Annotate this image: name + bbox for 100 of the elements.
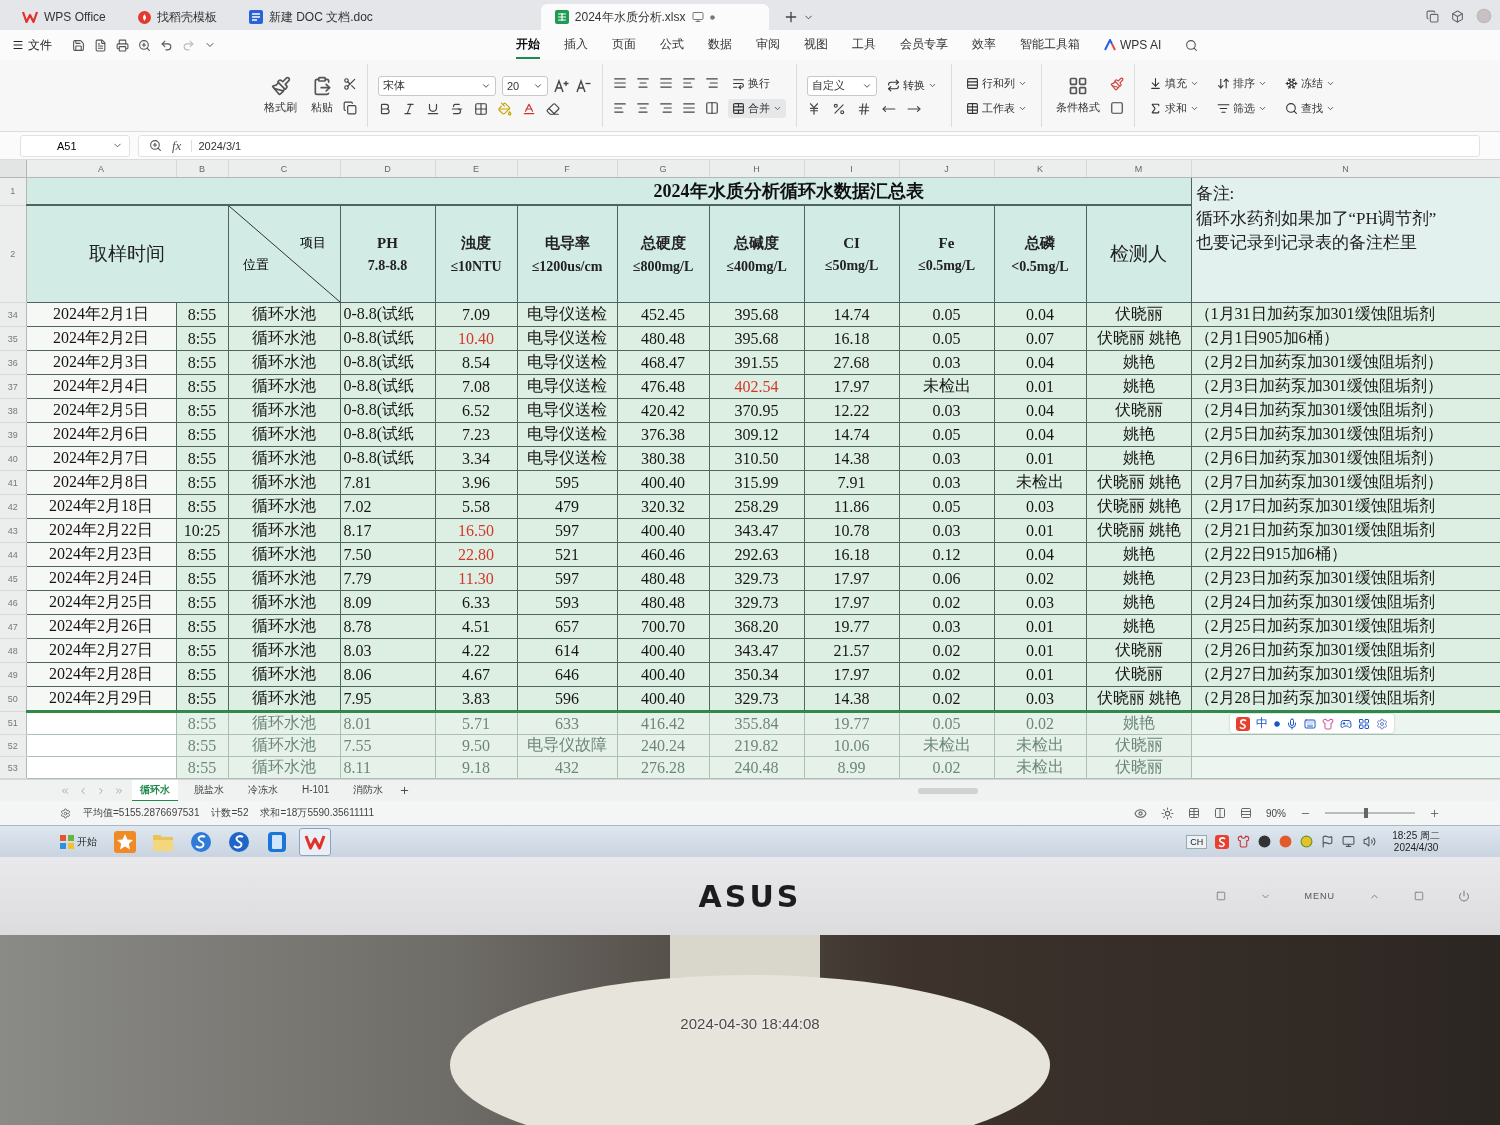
dot-icon[interactable]	[1273, 720, 1280, 727]
column-letter[interactable]: B	[176, 160, 228, 178]
monitor-icon[interactable]	[1342, 835, 1356, 848]
sort-button[interactable]: 排序	[1213, 73, 1271, 93]
ai-button[interactable]: WPS AI	[1104, 34, 1162, 56]
row-number[interactable]: 38	[0, 398, 26, 423]
ribbon-tab[interactable]: 工具	[852, 31, 876, 59]
justify-icon[interactable]	[613, 76, 627, 90]
bold-icon[interactable]	[378, 101, 392, 116]
column-letter[interactable]: J	[899, 160, 994, 178]
percent-icon[interactable]	[832, 101, 846, 116]
align-right-icon[interactable]	[705, 76, 719, 90]
settings-icon[interactable]	[1375, 717, 1388, 730]
scissors-icon[interactable]	[343, 76, 357, 91]
row-number[interactable]: 37	[0, 374, 26, 399]
wrap-text-button[interactable]: 换行	[728, 73, 774, 93]
worksheet-button[interactable]: 工作表	[962, 98, 1031, 118]
undo-icon[interactable]	[160, 38, 173, 52]
ribbon-tab[interactable]: 数据	[708, 31, 732, 59]
ribbon-tab[interactable]: 开始	[516, 31, 540, 59]
font-grow-icon[interactable]	[554, 78, 570, 93]
align-center-icon[interactable]	[636, 76, 650, 90]
window-restore-icon[interactable]	[1426, 9, 1439, 23]
row-number[interactable]: 1	[0, 177, 26, 205]
italic-icon[interactable]	[402, 101, 416, 116]
zoom-slider-thumb[interactable]	[1363, 808, 1368, 818]
ribbon-tab[interactable]: 效率	[972, 31, 996, 59]
row-number[interactable]: 53	[0, 756, 26, 779]
name-box[interactable]: A51	[20, 134, 130, 157]
column-letter[interactable]: I	[804, 160, 899, 178]
column-letter[interactable]: M	[1086, 160, 1191, 178]
filter-button[interactable]: 筛选	[1213, 98, 1271, 118]
borders-icon[interactable]	[474, 101, 488, 116]
ribbon-tab[interactable]: 页面	[612, 31, 636, 59]
taskbar-app[interactable]	[299, 827, 331, 856]
document-tab[interactable]: 找稻壳模板	[123, 4, 231, 30]
sun-icon[interactable]	[1161, 806, 1174, 820]
underline-icon[interactable]	[426, 101, 440, 116]
row-number[interactable]: 48	[0, 638, 26, 663]
ribbon-tab[interactable]: 公式	[660, 31, 684, 59]
gamepad-icon[interactable]	[1339, 717, 1352, 730]
format-painter-button[interactable]: 格式刷	[260, 74, 301, 117]
conditional-format-button[interactable]: 条件格式	[1052, 74, 1104, 117]
column-letter[interactable]: C	[228, 160, 340, 178]
document-tab[interactable]: 2024年水质分析.xlsx	[540, 4, 769, 30]
hash-icon[interactable]	[857, 101, 871, 116]
row-number[interactable]: 34	[0, 302, 26, 327]
align-right-icon[interactable]	[659, 101, 673, 115]
plus-icon[interactable]	[1429, 807, 1440, 819]
ribbon-tab[interactable]: 会员专享	[900, 31, 948, 59]
tray-dot-icon[interactable]	[1279, 835, 1293, 848]
sum-button[interactable]: 求和	[1145, 98, 1203, 118]
flag-icon[interactable]	[1321, 835, 1335, 848]
power-icon[interactable]	[1458, 890, 1470, 902]
scrollbar-thumb[interactable]	[918, 787, 979, 794]
shirt-icon[interactable]	[1237, 835, 1251, 848]
keyboard-icon[interactable]	[1303, 717, 1316, 730]
row-number[interactable]: 52	[0, 734, 26, 757]
font-size-select[interactable]: 20	[502, 75, 548, 96]
volume-icon[interactable]	[1363, 835, 1377, 848]
cube-icon[interactable]	[1451, 9, 1464, 23]
row-number[interactable]: 50	[0, 686, 26, 712]
rows-icon[interactable]	[1240, 807, 1252, 819]
row-number[interactable]: 44	[0, 542, 26, 567]
row-number[interactable]: 49	[0, 662, 26, 687]
column-letter[interactable]: K	[994, 160, 1086, 178]
sheet-tab[interactable]: 冷冻水	[240, 779, 286, 802]
file-menu[interactable]: 文件	[8, 34, 56, 56]
row-number[interactable]: 42	[0, 494, 26, 519]
justify-icon[interactable]	[682, 101, 696, 115]
search-icon[interactable]	[1185, 38, 1199, 52]
document-icon[interactable]	[94, 38, 107, 52]
font-color-icon[interactable]	[522, 101, 536, 116]
freeze-button[interactable]: 冻结	[1281, 73, 1339, 93]
row-number[interactable]: 40	[0, 446, 26, 471]
copy-icon[interactable]	[343, 100, 357, 115]
document-tab[interactable]: WPS Office	[8, 4, 120, 30]
sheet-tab[interactable]: 消防水	[345, 779, 392, 802]
row-number[interactable]: 2	[0, 205, 26, 303]
eye-icon[interactable]	[1134, 806, 1147, 820]
strikethrough-icon[interactable]	[450, 101, 464, 116]
row-number[interactable]: 41	[0, 470, 26, 495]
start-button[interactable]: 开始	[60, 834, 103, 849]
row-number[interactable]: 47	[0, 614, 26, 639]
sheet-tab[interactable]: 脱盐水	[186, 779, 232, 802]
align-center-icon[interactable]	[636, 101, 650, 115]
square-icon[interactable]	[1110, 100, 1124, 115]
row-number[interactable]: 36	[0, 350, 26, 375]
zoom-in-icon[interactable]	[138, 38, 151, 52]
eraser-icon[interactable]	[546, 101, 560, 116]
column-letter[interactable]: D	[340, 160, 435, 178]
clock[interactable]: 18:25 周二 2024/4/30	[1392, 830, 1440, 853]
column-letter[interactable]: G	[617, 160, 709, 178]
settings-icon[interactable]	[60, 807, 71, 819]
justify-icon[interactable]	[659, 76, 673, 90]
columns-icon[interactable]	[705, 101, 719, 115]
number-format-select[interactable]: 自定义	[807, 75, 877, 96]
document-tab[interactable]: 新建 DOC 文档.doc	[234, 4, 387, 30]
microphone-icon[interactable]	[1285, 717, 1298, 730]
font-shrink-icon[interactable]	[576, 78, 592, 93]
